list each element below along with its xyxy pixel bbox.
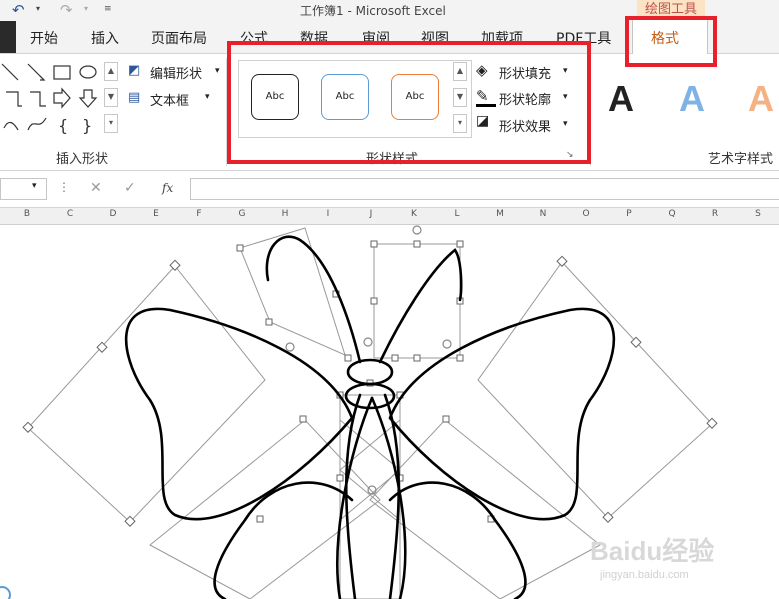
shape-styles-highlight xyxy=(227,41,591,164)
gallery-down-button[interactable]: ▼ xyxy=(104,88,118,107)
column-header[interactable]: B xyxy=(5,209,49,219)
right-brace-shape-icon[interactable]: } xyxy=(82,116,92,135)
resize-handle[interactable] xyxy=(299,415,307,423)
elbow-arrow-shape-icon[interactable] xyxy=(30,91,46,107)
formula-input[interactable] xyxy=(190,178,779,200)
curve-shape-icon[interactable] xyxy=(27,117,47,131)
resize-handle[interactable] xyxy=(391,354,399,362)
column-header[interactable]: R xyxy=(693,209,737,219)
rectangle-shape-icon[interactable] xyxy=(53,65,71,80)
enter-icon[interactable]: ✓ xyxy=(124,180,136,196)
cancel-icon[interactable]: ✕ xyxy=(90,180,102,196)
resize-handle[interactable] xyxy=(442,415,450,423)
arrow-head xyxy=(39,75,46,81)
chevron-down-icon[interactable]: ▾ xyxy=(205,92,210,102)
column-header[interactable]: N xyxy=(521,209,565,219)
resize-handle[interactable] xyxy=(336,474,344,482)
tab-insert[interactable]: 插入 xyxy=(91,28,119,48)
left-brace-shape-icon[interactable]: { xyxy=(58,116,68,135)
elbow-connector-shape-icon[interactable] xyxy=(6,91,22,107)
column-header[interactable]: Q xyxy=(650,209,694,219)
oval-shape-icon[interactable] xyxy=(79,65,97,79)
resize-handle[interactable] xyxy=(413,240,421,248)
resize-handle[interactable] xyxy=(256,515,264,523)
right-arrow-shape-icon[interactable] xyxy=(53,87,71,109)
left-upper-wing xyxy=(124,307,354,521)
gallery-more-button[interactable]: ▾ xyxy=(104,114,118,133)
resize-handle[interactable] xyxy=(236,244,244,252)
shape-gallery[interactable]: { } xyxy=(0,60,104,138)
customize-qat-icon[interactable]: ≡ xyxy=(104,4,112,14)
resize-handle[interactable] xyxy=(370,297,378,305)
watermark-brand: Baidu经验 xyxy=(590,536,714,566)
tab-page-layout[interactable]: 页面布局 xyxy=(151,28,207,48)
tab-home[interactable]: 开始 xyxy=(30,28,58,48)
column-header[interactable]: F xyxy=(177,209,221,219)
resize-handle[interactable] xyxy=(456,240,464,248)
status-indicator-icon xyxy=(0,586,11,599)
baidu-watermark: Baidu经验 jingyan.baidu.com xyxy=(590,536,714,581)
redo-dropdown-icon[interactable]: ▾ xyxy=(84,4,88,13)
column-header[interactable]: P xyxy=(607,209,651,219)
wordart-sample-blue[interactable]: A xyxy=(679,78,705,120)
column-header[interactable]: D xyxy=(91,209,135,219)
rotation-handle-icon[interactable] xyxy=(412,225,422,235)
column-header[interactable]: O xyxy=(564,209,608,219)
window-title: 工作簿1 - Microsoft Excel xyxy=(300,4,446,18)
right-antenna xyxy=(378,248,463,364)
name-box[interactable] xyxy=(0,178,47,200)
text-box-icon: ▤ xyxy=(128,90,141,105)
undo-dropdown-icon[interactable]: ▾ xyxy=(36,4,40,13)
edit-shape-icon: ◩ xyxy=(128,63,141,78)
wordart-sample-black[interactable]: A xyxy=(608,78,634,120)
text-box-button[interactable]: 文本框 xyxy=(150,90,189,109)
column-header[interactable]: E xyxy=(134,209,178,219)
more-options-icon: ⋮ xyxy=(58,180,70,194)
watermark-url: jingyan.baidu.com xyxy=(599,569,689,581)
line-shape-icon[interactable] xyxy=(1,63,19,81)
column-header[interactable]: M xyxy=(478,209,522,219)
resize-handle[interactable] xyxy=(169,259,181,271)
gallery-up-button[interactable]: ▲ xyxy=(104,62,118,81)
column-header[interactable]: H xyxy=(263,209,307,219)
column-header[interactable]: S xyxy=(736,209,779,219)
resize-handle[interactable] xyxy=(370,240,378,248)
selection-frame xyxy=(373,243,461,359)
column-header[interactable]: J xyxy=(349,209,393,219)
rotation-handle-icon[interactable] xyxy=(442,339,452,349)
wordart-sample-orange[interactable]: A xyxy=(748,78,774,120)
wordart-styles-group-label: 艺术字样式 xyxy=(708,152,774,167)
resize-handle[interactable] xyxy=(265,318,273,326)
rotation-handle-icon[interactable] xyxy=(285,342,295,352)
rotation-handle-icon[interactable] xyxy=(363,337,373,347)
chevron-down-icon[interactable]: ▾ xyxy=(215,66,220,76)
right-lower-wing xyxy=(388,481,527,599)
worksheet-drawing[interactable]: Baidu经验 jingyan.baidu.com xyxy=(0,225,779,599)
file-tab[interactable] xyxy=(0,21,16,53)
down-arrow-shape-icon[interactable] xyxy=(78,89,98,108)
undo-icon[interactable]: ↶ xyxy=(12,1,25,19)
column-header[interactable]: I xyxy=(306,209,350,219)
insert-shapes-group-label: 插入形状 xyxy=(56,152,109,167)
column-header[interactable]: L xyxy=(435,209,479,219)
left-lower-wing xyxy=(213,481,354,599)
resize-handle[interactable] xyxy=(456,354,464,362)
insert-function-button[interactable]: fx xyxy=(162,181,173,195)
selection-frame xyxy=(477,261,713,519)
resize-handle[interactable] xyxy=(413,354,421,362)
column-header[interactable]: K xyxy=(392,209,436,219)
redo-icon[interactable]: ↷ xyxy=(60,1,73,19)
format-tab-highlight xyxy=(625,16,717,67)
resize-handle[interactable] xyxy=(344,354,352,362)
chevron-down-icon[interactable]: ▾ xyxy=(32,181,37,191)
right-upper-wing xyxy=(388,307,616,521)
edit-shape-button[interactable]: 编辑形状 xyxy=(150,63,202,82)
resize-handle[interactable] xyxy=(556,255,568,267)
arc-shape-icon[interactable] xyxy=(3,121,19,131)
column-header[interactable]: C xyxy=(48,209,92,219)
column-header[interactable]: G xyxy=(220,209,264,219)
